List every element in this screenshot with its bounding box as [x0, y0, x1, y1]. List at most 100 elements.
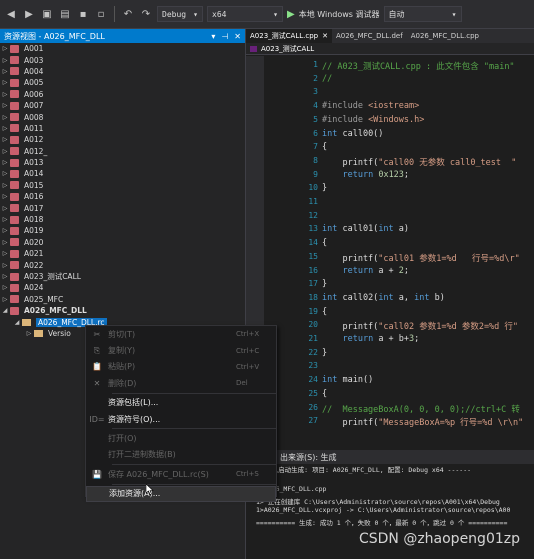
redo-icon[interactable]: ↷ — [139, 7, 153, 21]
save-icon[interactable]: ▪ — [76, 7, 90, 21]
code-line[interactable]: printf("call00 无参数 call0_test " — [322, 156, 516, 168]
code-line[interactable]: } — [322, 279, 327, 289]
tree-item[interactable]: ▷ A018 — [0, 214, 245, 225]
tree-item[interactable]: ▷ A014 — [0, 168, 245, 179]
platform-dropdown[interactable]: x64 ▾ — [207, 6, 283, 22]
tree-item[interactable]: ▷ A001 — [0, 43, 245, 54]
menu-item-label: 剪切(T) — [108, 329, 136, 339]
code-line[interactable]: return a + 2; — [322, 266, 409, 276]
expand-arrow-icon[interactable]: ▷ — [0, 216, 10, 223]
expand-arrow-icon[interactable]: ▷ — [0, 284, 10, 291]
context-menu-item[interactable]: ID= 资源符号(O)... — [86, 411, 276, 427]
expand-arrow-icon[interactable]: ▷ — [0, 239, 10, 246]
play-icon[interactable]: ▶ — [287, 9, 295, 20]
config-dropdown[interactable]: Debug ▾ — [157, 6, 203, 22]
code-line[interactable]: // A023_测试CALL.cpp : 此文件包含 "main" — [322, 60, 515, 72]
save-all-icon[interactable]: ▫ — [94, 7, 108, 21]
forward-icon[interactable]: ▶ — [22, 7, 36, 21]
code-line[interactable]: return 0x123; — [322, 170, 409, 180]
tree-item[interactable]: ▷ A016 — [0, 191, 245, 202]
tree-item[interactable]: ▷ A012_ — [0, 146, 245, 157]
context-menu-item[interactable]: 添加资源(A)... — [86, 485, 276, 502]
back-icon[interactable]: ◀ — [4, 7, 18, 21]
tree-item[interactable]: ▷ A003 — [0, 54, 245, 65]
expand-arrow-icon[interactable]: ▷ — [0, 182, 10, 189]
code-line[interactable]: { — [322, 238, 327, 248]
code-line[interactable]: #include <iostream> — [322, 101, 419, 111]
mode-dropdown[interactable]: 自动 ▾ — [383, 6, 462, 22]
expand-arrow-icon[interactable]: ▷ — [0, 148, 10, 155]
tab-a023-cpp[interactable]: A023_测试CALL.cpp ✕ — [246, 29, 332, 43]
output-source-label[interactable]: 出来源(S): 生成 — [246, 450, 534, 464]
code-line[interactable]: #include <Windows.h> — [322, 115, 424, 125]
expand-arrow-icon[interactable]: ▷ — [0, 114, 10, 121]
expand-arrow-icon[interactable]: ▷ — [0, 250, 10, 257]
tree-item[interactable]: ▷ A023_测试CALL — [0, 271, 245, 282]
expand-arrow-icon[interactable]: ▷ — [0, 296, 10, 303]
open-folder-icon[interactable]: ▤ — [58, 7, 72, 21]
tree-item[interactable]: ▷ A007 — [0, 100, 245, 111]
tree-item[interactable]: ▷ A011 — [0, 123, 245, 134]
expand-arrow-icon[interactable]: ▷ — [0, 125, 10, 132]
tree-item[interactable]: ▷ A008 — [0, 111, 245, 122]
tree-item[interactable]: ▷ A021 — [0, 248, 245, 259]
expand-arrow-icon[interactable]: ▷ — [0, 45, 10, 52]
close-icon[interactable]: ✕ — [322, 32, 328, 40]
tree-item[interactable]: ▷ A024 — [0, 282, 245, 293]
tab-a026-def[interactable]: A026_MFC_DLL.def — [332, 29, 407, 43]
code-line[interactable]: return a + b+3; — [322, 334, 419, 344]
expand-arrow-icon[interactable]: ▷ — [0, 136, 10, 143]
tree-item[interactable]: ▷ A025_MFC — [0, 294, 245, 305]
code-line[interactable]: { — [322, 389, 327, 399]
code-line[interactable]: int call01(int a) — [322, 224, 409, 234]
expand-arrow-icon[interactable]: ▷ — [0, 159, 10, 166]
code-line[interactable]: int main() — [322, 375, 373, 385]
code-line[interactable]: { — [322, 307, 327, 317]
expand-arrow-icon[interactable]: ▷ — [0, 102, 10, 109]
tree-item[interactable]: ▷ A012 — [0, 134, 245, 145]
scope-bar[interactable]: A023_测试CALL — [246, 43, 534, 55]
code-line[interactable]: int call02(int a, int b) — [322, 293, 445, 303]
close-icon[interactable]: ✕ — [234, 32, 241, 41]
code-line[interactable]: printf("call02 参数1=%d 参数2=%d 行" — [322, 320, 518, 332]
expand-arrow-icon[interactable]: ▷ — [0, 193, 10, 200]
code-line[interactable]: { — [322, 142, 327, 152]
expand-arrow-icon[interactable]: ▷ — [0, 227, 10, 234]
tree-item[interactable]: ▷ A017 — [0, 202, 245, 213]
expand-arrow-icon[interactable]: ▷ — [0, 262, 10, 269]
expand-arrow-icon[interactable]: ▷ — [24, 330, 34, 337]
tree-item[interactable]: ▷ A022 — [0, 259, 245, 270]
undo-icon[interactable]: ↶ — [121, 7, 135, 21]
expand-arrow-icon[interactable]: ▷ — [0, 91, 10, 98]
context-menu-item[interactable]: 资源包括(L)... — [86, 395, 276, 411]
tree-item-expanded[interactable]: ◢ A026_MFC_DLL — [0, 305, 245, 316]
tree-item[interactable]: ▷ A004 — [0, 66, 245, 77]
tree-item[interactable]: ▷ A006 — [0, 89, 245, 100]
code-line[interactable]: printf("call01 参数1=%d 行号=%d\r" — [322, 252, 519, 264]
expand-arrow-icon[interactable]: ▷ — [0, 273, 10, 280]
new-project-icon[interactable]: ▣ — [40, 7, 54, 21]
tree-item[interactable]: ▷ A013 — [0, 157, 245, 168]
tree-item[interactable]: ▷ A005 — [0, 77, 245, 88]
pin-icon[interactable]: ⊣ — [221, 32, 228, 41]
collapse-arrow-icon[interactable]: ◢ — [0, 307, 10, 314]
code-line[interactable]: printf("MessageBoxA=%p 行号=%d \r\n" — [322, 416, 523, 428]
expand-arrow-icon[interactable]: ▷ — [0, 205, 10, 212]
tab-a026-cpp[interactable]: A026_MFC_DLL.cpp — [407, 29, 483, 43]
code-line[interactable]: // MessageBoxA(0, 0, 0, 0);//ctrl+C 转 — [322, 403, 520, 415]
collapse-arrow-icon[interactable]: ◢ — [12, 319, 22, 326]
code-line[interactable]: } — [322, 183, 327, 193]
expand-arrow-icon[interactable]: ▷ — [0, 57, 10, 64]
code-line[interactable]: int call00() — [322, 129, 383, 139]
code-line[interactable]: // — [322, 74, 332, 84]
run-debugger-button[interactable]: 本地 Windows 调试器 — [299, 9, 380, 20]
tree-item[interactable]: ▷ A020 — [0, 237, 245, 248]
tree-item[interactable]: ▷ A015 — [0, 180, 245, 191]
code-line[interactable]: } — [322, 348, 327, 358]
expand-arrow-icon[interactable]: ▷ — [0, 170, 10, 177]
dropdown-icon[interactable]: ▾ — [211, 32, 215, 41]
expand-arrow-icon[interactable]: ▷ — [0, 79, 10, 86]
code-editor[interactable]: 1 // A023_测试CALL.cpp : 此文件包含 "main" 2 // 3 4 #… — [246, 56, 534, 442]
expand-arrow-icon[interactable]: ▷ — [0, 68, 10, 75]
tree-item[interactable]: ▷ A019 — [0, 225, 245, 236]
